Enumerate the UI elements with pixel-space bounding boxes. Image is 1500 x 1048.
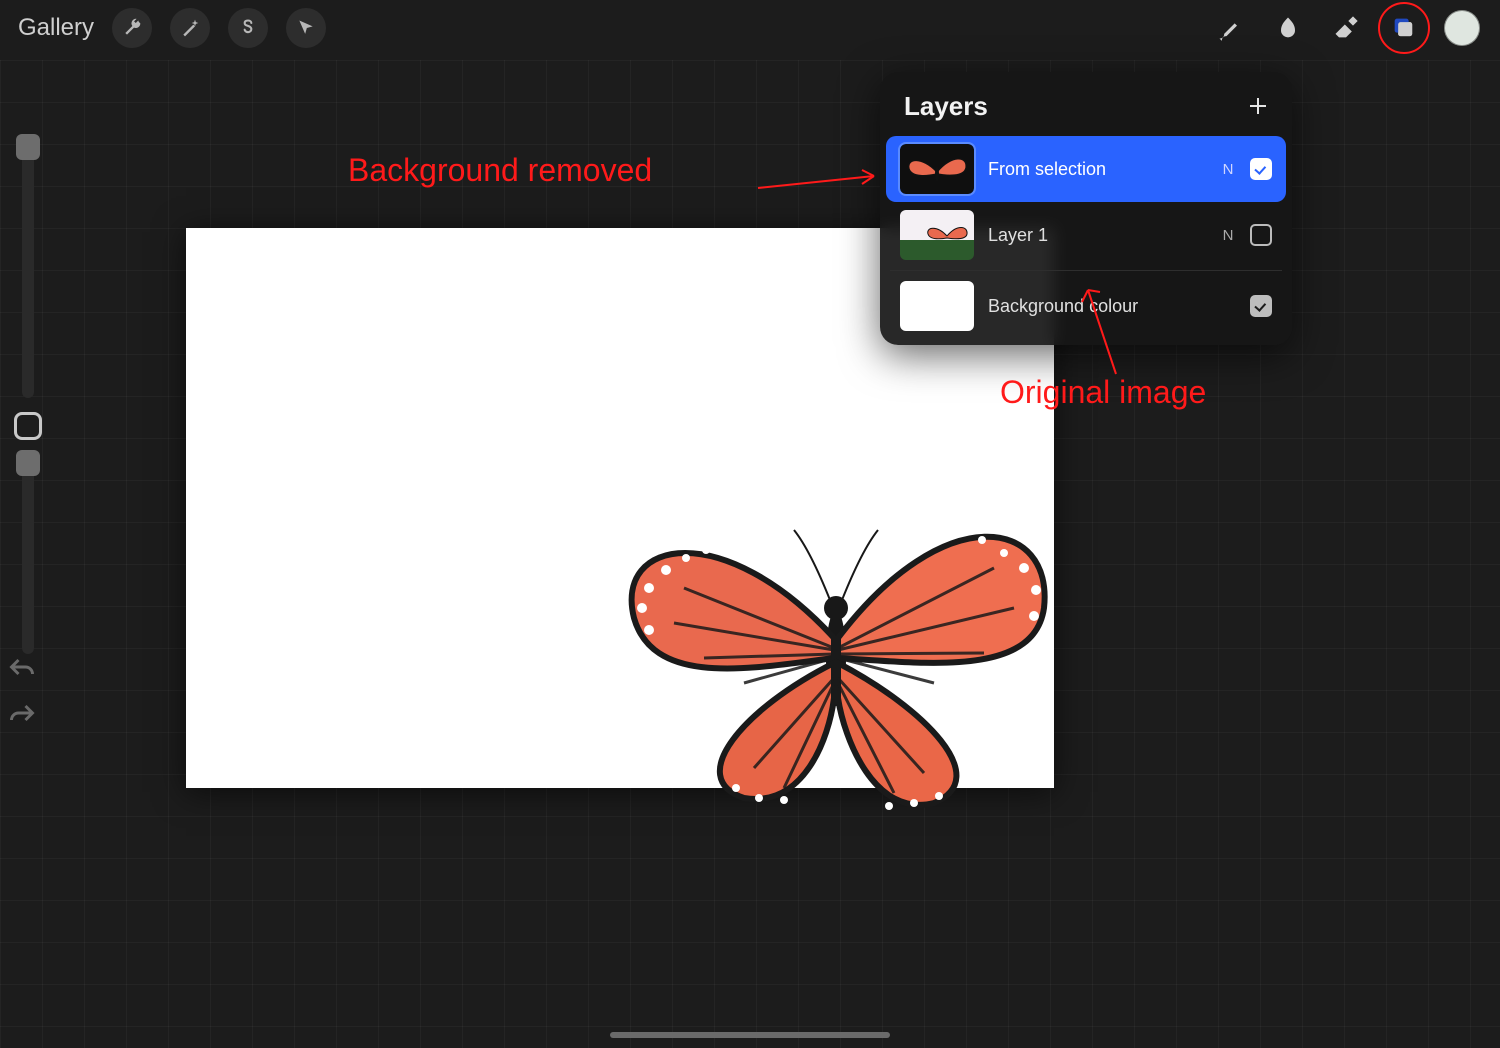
- layer-thumbnail: [900, 281, 974, 331]
- annotation-arrow-1: [756, 164, 886, 204]
- top-toolbar: Gallery: [0, 0, 1500, 56]
- color-picker-button[interactable]: [1442, 8, 1482, 48]
- undo-redo-group: [8, 655, 36, 725]
- layer-name-label: Layer 1: [988, 225, 1206, 246]
- brush-opacity-thumb[interactable]: [16, 450, 40, 476]
- modify-button[interactable]: [14, 412, 42, 440]
- smudge-tool-button[interactable]: [1268, 8, 1308, 48]
- thumb-butterfly-icon: [900, 144, 974, 194]
- redo-icon[interactable]: [8, 701, 36, 725]
- brush-opacity-slider[interactable]: [22, 454, 34, 654]
- actions-wrench-button[interactable]: [112, 8, 152, 48]
- layer-thumbnail: [900, 210, 974, 260]
- annotation-arrow-2: [1078, 284, 1138, 380]
- brush-size-thumb[interactable]: [16, 134, 40, 160]
- layer-row-layer-1[interactable]: Layer 1 N: [886, 202, 1286, 268]
- plus-icon: [1246, 94, 1270, 118]
- layer-row-from-selection[interactable]: From selection N: [886, 136, 1286, 202]
- brush-icon: [1216, 14, 1244, 42]
- adjustments-wand-button[interactable]: [170, 8, 210, 48]
- add-layer-button[interactable]: [1242, 90, 1274, 122]
- smudge-icon: [1274, 14, 1302, 42]
- brush-tool-button[interactable]: [1210, 8, 1250, 48]
- undo-icon[interactable]: [8, 655, 36, 679]
- layers-button[interactable]: [1384, 8, 1424, 48]
- wrench-icon: [122, 18, 142, 38]
- selection-tool-button[interactable]: [228, 8, 268, 48]
- wand-icon: [180, 18, 200, 38]
- home-indicator: [610, 1032, 890, 1038]
- eraser-icon: [1332, 14, 1360, 42]
- layer-visibility-checkbox[interactable]: [1250, 224, 1272, 246]
- layer-name-label: From selection: [988, 159, 1206, 180]
- current-color-swatch: [1444, 10, 1480, 46]
- transform-arrow-button[interactable]: [286, 8, 326, 48]
- thumb-butterfly-icon: [922, 216, 972, 250]
- layers-panel-title: Layers: [904, 91, 988, 122]
- layer-visibility-checkbox[interactable]: [1250, 295, 1272, 317]
- layer-divider: [890, 270, 1282, 271]
- brush-size-slider[interactable]: [22, 138, 34, 398]
- layer-thumbnail: [900, 144, 974, 194]
- gallery-button[interactable]: Gallery: [18, 14, 94, 42]
- highlight-ring-annotation: [1378, 2, 1430, 54]
- artwork-butterfly: [594, 458, 1074, 818]
- left-sidebar: [6, 138, 50, 654]
- selection-s-icon: [238, 18, 258, 38]
- eraser-tool-button[interactable]: [1326, 8, 1366, 48]
- layer-visibility-checkbox[interactable]: [1250, 158, 1272, 180]
- blend-mode-indicator[interactable]: N: [1220, 161, 1236, 178]
- blend-mode-indicator[interactable]: N: [1220, 227, 1236, 244]
- cursor-arrow-icon: [296, 18, 316, 38]
